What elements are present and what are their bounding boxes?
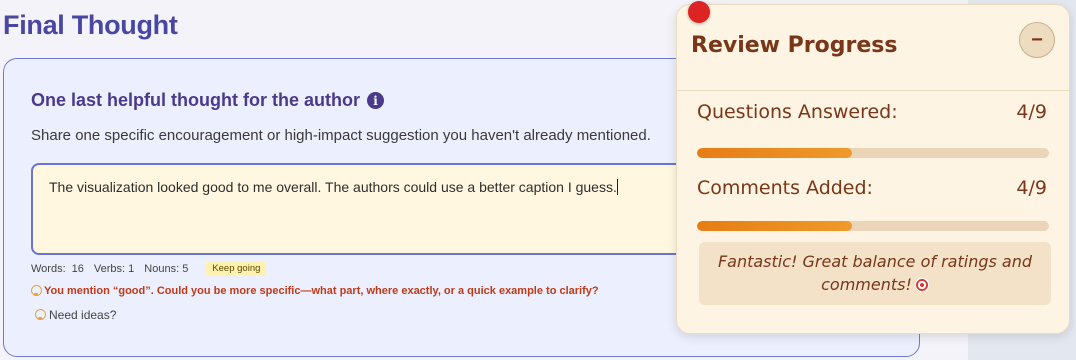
panel-header: Review Progress − — [677, 5, 1069, 91]
lightbulb-icon — [35, 309, 46, 321]
comments-progress-bar — [697, 221, 1049, 231]
need-ideas-link[interactable]: Need ideas? — [35, 308, 116, 322]
panel-title: Review Progress — [691, 33, 898, 58]
notification-dot — [688, 1, 710, 23]
questions-progress-fill — [697, 148, 852, 158]
nouns-value: 5 — [182, 262, 189, 275]
target-icon — [914, 278, 929, 292]
need-ideas-label: Need ideas? — [49, 308, 117, 322]
card-description: Share one specific encouragement or high… — [31, 127, 651, 144]
nouns-label: Nouns: — [144, 262, 180, 275]
questions-answered-label: Questions Answered: — [697, 101, 898, 123]
words-label: Words: — [31, 262, 66, 275]
verbs-value: 1 — [128, 262, 135, 275]
card-heading: One last helpful thought for the author … — [31, 90, 384, 111]
info-icon[interactable]: i — [366, 92, 384, 109]
comments-added-label: Comments Added: — [697, 177, 873, 199]
comments-added-value: 4/9 — [1016, 177, 1047, 199]
nouns-stat: Nouns: 5 — [144, 263, 188, 275]
text-caret — [616, 179, 618, 195]
review-progress-panel: Review Progress − Questions Answered: 4/… — [676, 4, 1070, 334]
words-stat: Words: 16 — [31, 263, 84, 275]
card-heading-text: One last helpful thought for the author — [31, 90, 360, 110]
questions-answered-value: 4/9 — [1016, 101, 1047, 123]
minus-icon: − — [1031, 28, 1043, 51]
encouragement-text: Fantastic! Great balance of ratings and … — [717, 252, 1033, 294]
encouragement-message: Fantastic! Great balance of ratings and … — [699, 242, 1051, 305]
verbs-label: Verbs: — [93, 262, 126, 275]
text-stats: Words: 16 Verbs: 1 Nouns: 5 Keep going — [31, 261, 267, 276]
comments-progress-fill — [697, 221, 852, 231]
textarea-value: The visualization looked good to me over… — [49, 179, 617, 195]
specificity-hint: You mention “good”. Could you be more sp… — [31, 285, 599, 297]
collapse-button[interactable]: − — [1019, 22, 1055, 58]
status-badge: Keep going — [206, 261, 267, 276]
verbs-stat: Verbs: 1 — [94, 263, 134, 275]
page-title: Final Thought — [3, 10, 178, 40]
words-value: 16 — [71, 262, 84, 275]
lightbulb-icon — [31, 285, 42, 297]
questions-progress-bar — [697, 148, 1049, 158]
hint-text: You mention “good”. Could you be more sp… — [44, 285, 599, 297]
